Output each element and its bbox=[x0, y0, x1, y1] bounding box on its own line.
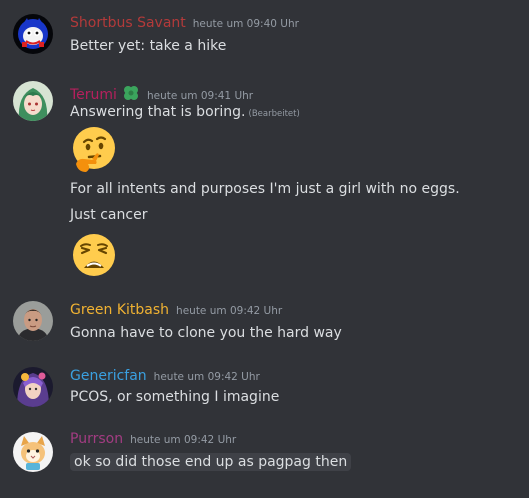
username[interactable]: Green Kitbash bbox=[70, 302, 169, 318]
message-text: ok so did those end up as pagpag then bbox=[70, 453, 352, 471]
avatar-image bbox=[13, 14, 53, 54]
avatar-image bbox=[13, 367, 53, 407]
message-item: Genericfan heute um 09:42 Uhr PCOS, or s… bbox=[0, 354, 529, 420]
message-header: Green Kitbash heute um 09:42 Uhr bbox=[70, 302, 282, 322]
message-header: Shortbus Savant heute um 09:40 Uhr bbox=[70, 15, 299, 35]
message-item: Terumi heute um 09:41 Uhr Answering that… bbox=[0, 70, 529, 288]
timestamp: heute um 09:42 Uhr bbox=[130, 434, 237, 446]
timestamp: heute um 09:42 Uhr bbox=[153, 371, 260, 383]
username[interactable]: Purrson bbox=[70, 431, 123, 447]
message-text: Better yet: take a hike bbox=[70, 38, 227, 54]
weary-face-emoji[interactable] bbox=[70, 231, 118, 279]
message-item: Purrson heute um 09:42 Uhr ok so did tho… bbox=[0, 420, 529, 498]
message-header: Terumi heute um 09:41 Uhr bbox=[70, 81, 254, 103]
message-text-content: Answering that is boring. bbox=[70, 104, 246, 120]
username[interactable]: Shortbus Savant bbox=[70, 15, 186, 31]
message-text: PCOS, or something I imagine bbox=[70, 389, 280, 405]
username[interactable]: Terumi bbox=[70, 87, 117, 103]
message-text: Gonna have to clone you the hard way bbox=[70, 325, 342, 341]
green-clover-icon bbox=[122, 84, 140, 102]
thinking-face-emoji[interactable] bbox=[70, 126, 118, 174]
avatar[interactable] bbox=[13, 81, 53, 121]
avatar[interactable] bbox=[13, 14, 53, 54]
message-text: For all intents and purposes I'm just a … bbox=[70, 181, 460, 197]
message-text: Answering that is boring. (Bearbeitet) bbox=[70, 104, 300, 120]
message-list: Shortbus Savant heute um 09:40 Uhr Bette… bbox=[0, 0, 529, 498]
avatar-image bbox=[13, 81, 53, 121]
timestamp: heute um 09:42 Uhr bbox=[176, 305, 283, 317]
avatar[interactable] bbox=[13, 301, 53, 341]
timestamp: heute um 09:40 Uhr bbox=[192, 18, 299, 30]
avatar[interactable] bbox=[13, 367, 53, 407]
message-item: Shortbus Savant heute um 09:40 Uhr Bette… bbox=[0, 0, 529, 70]
username[interactable]: Genericfan bbox=[70, 368, 147, 384]
message-header: Purrson heute um 09:42 Uhr bbox=[70, 431, 236, 451]
message-text: Just cancer bbox=[70, 207, 148, 223]
timestamp: heute um 09:41 Uhr bbox=[146, 90, 254, 102]
avatar-image bbox=[13, 432, 53, 472]
message-item: Green Kitbash heute um 09:42 Uhr Gonna h… bbox=[0, 288, 529, 354]
edited-label: (Bearbeitet) bbox=[248, 109, 300, 119]
message-header: Genericfan heute um 09:42 Uhr bbox=[70, 368, 260, 388]
avatar[interactable] bbox=[13, 432, 53, 472]
avatar-image bbox=[13, 301, 53, 341]
